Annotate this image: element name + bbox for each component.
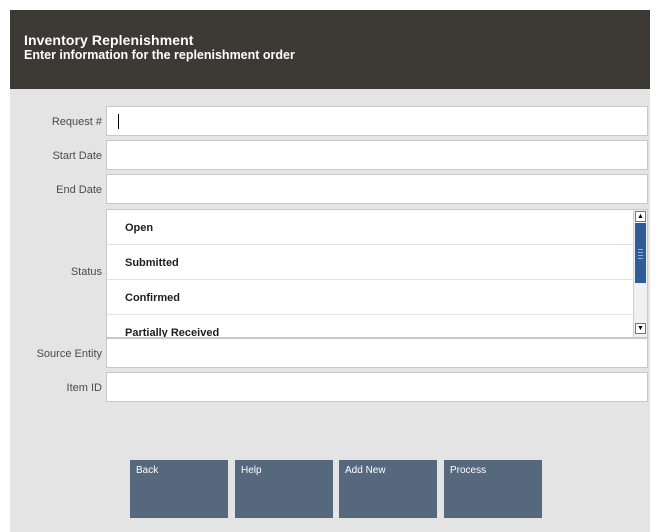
page-subtitle: Enter information for the replenishment …	[24, 48, 295, 62]
back-button[interactable]: Back	[130, 460, 228, 518]
grip-line	[638, 249, 643, 250]
start-date-label: Start Date	[52, 150, 102, 162]
end-date-label: End Date	[56, 184, 102, 196]
request-number-input[interactable]	[106, 106, 648, 136]
page-title: Inventory Replenishment	[24, 32, 194, 48]
source-entity-input[interactable]	[106, 338, 648, 368]
app-window: Inventory Replenishment Enter informatio…	[10, 10, 650, 532]
status-option-open[interactable]: Open	[107, 210, 633, 245]
status-option-submitted[interactable]: Submitted	[107, 245, 633, 280]
arrow-up-icon[interactable]: ▲	[635, 211, 646, 222]
status-option-partially-received[interactable]: Partially Received	[107, 315, 633, 337]
arrow-down-icon[interactable]: ▼	[635, 323, 646, 334]
item-id-input[interactable]	[106, 372, 648, 402]
start-date-input[interactable]	[106, 140, 648, 170]
status-option-confirmed[interactable]: Confirmed	[107, 280, 633, 315]
status-scrollbar[interactable]: ▲ ▼	[633, 210, 647, 337]
help-button[interactable]: Help	[235, 460, 333, 518]
grip-line	[638, 258, 643, 259]
text-caret	[118, 114, 119, 129]
grip-line	[638, 252, 643, 253]
status-listbox[interactable]: Open Submitted Confirmed Partially Recei…	[106, 209, 648, 338]
end-date-input[interactable]	[106, 174, 648, 204]
status-label: Status	[70, 266, 102, 278]
request-number-label: Request #	[51, 116, 102, 128]
source-entity-label: Source Entity	[36, 348, 102, 360]
page-header: Inventory Replenishment Enter informatio…	[10, 10, 650, 89]
scroll-thumb[interactable]	[635, 223, 646, 283]
item-id-label: Item ID	[66, 382, 102, 394]
status-options: Open Submitted Confirmed Partially Recei…	[107, 210, 633, 337]
add-new-button[interactable]: Add New	[339, 460, 437, 518]
process-button[interactable]: Process	[444, 460, 542, 518]
grip-line	[638, 255, 643, 256]
